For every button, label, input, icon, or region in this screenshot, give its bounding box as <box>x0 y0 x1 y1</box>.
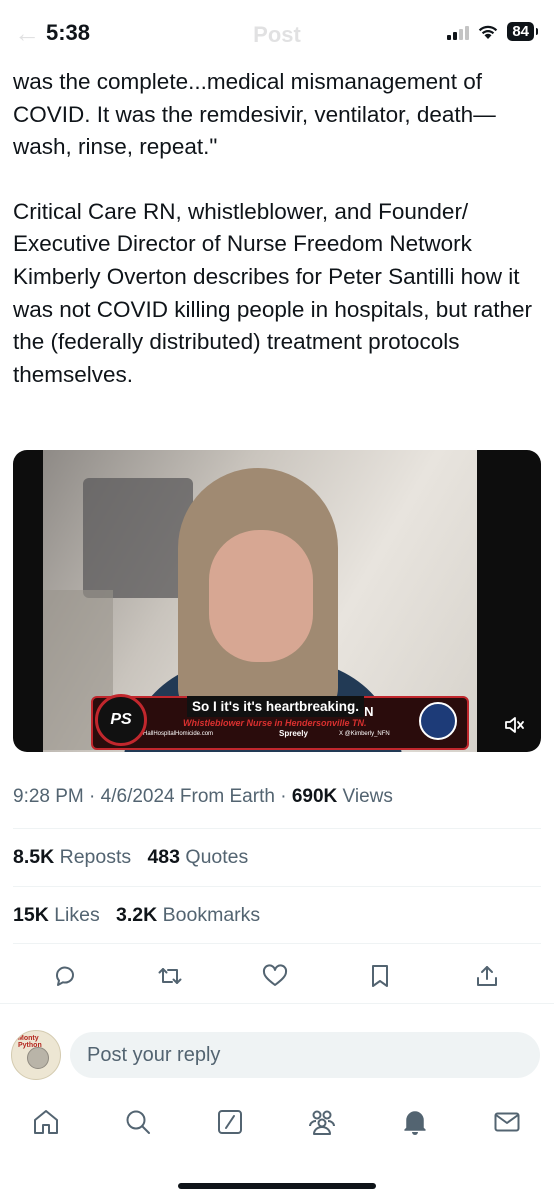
communities-icon <box>309 1110 335 1135</box>
bookmark-icon <box>372 965 388 987</box>
bottom-tab-bar <box>0 1100 554 1144</box>
repost-button[interactable] <box>150 956 190 996</box>
speaker-muted-icon <box>505 717 524 733</box>
share-icon <box>477 966 497 986</box>
grok-icon <box>218 1110 242 1134</box>
tab-search[interactable] <box>118 1100 158 1144</box>
post-source: From Earth <box>179 786 275 807</box>
wifi-icon <box>479 25 498 39</box>
like-button[interactable] <box>255 956 295 996</box>
reply-input[interactable] <box>70 1032 540 1078</box>
bookmark-button[interactable] <box>360 956 400 996</box>
status-time: 5:38 <box>46 20 91 45</box>
video-player[interactable]: K ON Whistleblower Nurse in Hendersonvil… <box>13 450 541 752</box>
tab-notifications[interactable] <box>395 1100 435 1144</box>
notifications-icon <box>404 1111 426 1135</box>
messages-icon <box>494 1112 520 1132</box>
post-time: 9:28 PM <box>13 786 84 807</box>
views-label: Views <box>342 786 393 807</box>
views-count: 690K <box>291 786 338 807</box>
tab-grok[interactable] <box>210 1100 250 1144</box>
lower-third-website: HallHospitalHomicide.com <box>143 731 214 737</box>
home-indicator[interactable] <box>178 1183 376 1189</box>
likes-link[interactable]: 15K Likes <box>13 904 100 926</box>
battery-indicator: 84 <box>507 22 538 41</box>
status-bar: ← Post 5:38 84 <box>0 0 554 66</box>
reply-bar: Monty Python <box>0 1003 554 1084</box>
tab-messages[interactable] <box>487 1100 527 1144</box>
like-stats: 15K Likes 3.2K Bookmarks <box>13 904 260 927</box>
status-icons: 84 <box>447 22 538 41</box>
divider <box>13 828 541 829</box>
reply-button[interactable] <box>45 956 85 996</box>
seal-logo <box>419 702 457 740</box>
ps-logo: PS <box>95 694 147 746</box>
share-button[interactable] <box>467 956 507 996</box>
post-actions <box>0 956 554 996</box>
post-body: was the complete...medical mismanagement… <box>13 66 543 391</box>
home-icon <box>34 1110 58 1134</box>
cellular-signal-icon <box>447 24 470 40</box>
lower-third-brand: Spreely <box>279 729 308 738</box>
repost-icon <box>158 968 182 984</box>
post-meta: 9:28 PM · 4/6/2024 From Earth · 690K Vie… <box>13 786 393 807</box>
post-paragraph: Critical Care RN, whistleblower, and Fou… <box>13 198 533 387</box>
reposts-link[interactable]: 8.5K Reposts <box>13 846 131 868</box>
post-date: 4/6/2024 <box>100 786 175 807</box>
quotes-link[interactable]: 483 Quotes <box>147 846 248 868</box>
divider <box>13 886 541 887</box>
video-caption: So I it's it's heartbreaking. <box>187 696 364 717</box>
tab-home[interactable] <box>26 1100 66 1144</box>
divider <box>13 943 541 944</box>
avatar[interactable]: Monty Python <box>11 1030 61 1080</box>
search-icon <box>126 1110 150 1134</box>
lower-third-handle: X @Kimberly_NFN <box>339 731 390 737</box>
mute-button[interactable] <box>497 708 531 742</box>
post-paragraph: was the complete...medical mismanagement… <box>13 69 496 160</box>
bookmarks-link[interactable]: 3.2K Bookmarks <box>116 904 260 926</box>
like-icon <box>262 964 288 986</box>
tab-communities[interactable] <box>302 1100 342 1144</box>
repost-stats: 8.5K Reposts 483 Quotes <box>13 846 248 869</box>
reply-icon <box>56 966 74 986</box>
lower-third-subtitle: Whistleblower Nurse in Hendersonville TN… <box>183 718 367 728</box>
